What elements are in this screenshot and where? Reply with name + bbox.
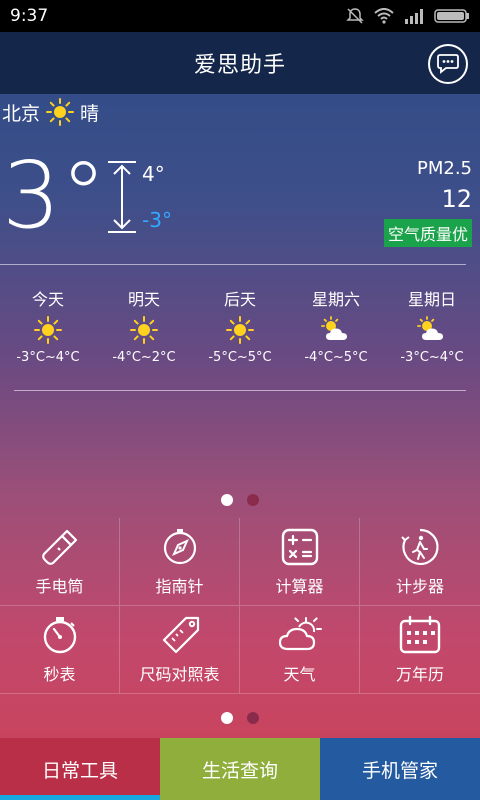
tool-flashlight[interactable]: 手电筒 <box>0 518 120 606</box>
tool-label: 天气 <box>283 664 316 684</box>
pedometer-icon <box>401 528 439 565</box>
app-title: 爱思助手 <box>193 53 286 78</box>
calendar-icon <box>399 615 441 653</box>
feedback-button[interactable] <box>428 44 468 84</box>
forecast-range: -4°C~5°C <box>304 350 368 365</box>
forecast-day-name: 星期六 <box>311 290 360 309</box>
battery-icon <box>434 9 469 23</box>
forecast-day-name: 星期日 <box>407 290 456 309</box>
weather-condition: 晴 <box>80 102 100 125</box>
tool-label: 手电筒 <box>35 576 84 596</box>
tool-label: 计算器 <box>275 576 324 596</box>
tool-weather[interactable]: 天气 <box>240 606 360 694</box>
sun-icon <box>130 316 158 344</box>
forecast-row: 今天 -3°C~4°C 明天 -4°C~2°C 后天 -5°C~5°C 星期六 … <box>0 286 480 366</box>
wifi-icon <box>374 8 394 24</box>
page-dot[interactable] <box>247 712 259 724</box>
pm25-label: PM2.5 <box>416 158 472 179</box>
status-time: 9:37 <box>10 6 49 26</box>
forecast-day: 星期日 -3°C~4°C <box>384 286 480 366</box>
high-temp: 4° <box>142 162 165 186</box>
forecast-range: -4°C~2°C <box>112 350 176 365</box>
divider-top <box>0 264 466 265</box>
calculator-icon <box>281 528 318 565</box>
city-name: 北京 <box>2 102 41 125</box>
pm25-value: 12 <box>441 185 472 213</box>
weather-page-indicator <box>0 494 480 506</box>
tool-size-chart[interactable]: 尺码对照表 <box>120 606 240 694</box>
tool-calculator[interactable]: 计算器 <box>240 518 360 606</box>
forecast-range: -3°C~4°C <box>400 350 464 365</box>
city-row[interactable]: 北京 晴 <box>2 98 99 126</box>
weather-icon <box>278 616 322 650</box>
forecast-day-name: 后天 <box>223 290 256 309</box>
air-quality-badge: 空气质量优 <box>383 219 472 247</box>
tools-grid: 手电筒 指南针 计算器 计步器 秒表 尺码对照表 天气 万年历 <box>0 518 480 694</box>
tool-pedometer[interactable]: 计步器 <box>360 518 480 606</box>
size-tag-icon <box>162 616 199 653</box>
tab-life-query[interactable]: 生活查询 <box>160 738 320 800</box>
forecast-day: 后天 -5°C~5°C <box>192 286 288 366</box>
forecast-day-name: 今天 <box>31 290 64 309</box>
forecast-day-name: 明天 <box>127 290 160 309</box>
sun-icon <box>226 316 254 344</box>
forecast-day: 今天 -3°C~4°C <box>0 286 96 366</box>
compass-icon <box>163 528 196 564</box>
low-temp: -3° <box>142 208 172 232</box>
tool-stopwatch[interactable]: 秒表 <box>0 606 120 694</box>
chat-bubble-icon <box>437 54 459 74</box>
tool-label: 尺码对照表 <box>139 664 220 684</box>
bottom-tab-bar: 日常工具 生活查询 手机管家 <box>0 738 480 800</box>
tab-daily-tools[interactable]: 日常工具 <box>0 738 160 800</box>
partly-cloudy-icon <box>416 316 448 344</box>
tool-label: 计步器 <box>395 576 444 596</box>
forecast-day: 星期六 -4°C~5°C <box>288 286 384 366</box>
sun-icon <box>34 316 62 344</box>
forecast-range: -3°C~4°C <box>16 350 80 365</box>
divider-bottom <box>14 390 466 391</box>
flashlight-icon <box>41 529 77 565</box>
status-icons <box>346 7 470 25</box>
tool-compass[interactable]: 指南针 <box>120 518 240 606</box>
stopwatch-icon <box>43 616 76 653</box>
tool-label: 万年历 <box>395 664 444 684</box>
sun-icon <box>46 98 75 126</box>
tab-phone-manager[interactable]: 手机管家 <box>320 738 480 800</box>
temp-range: 4° -3° <box>106 160 186 238</box>
forecast-day: 明天 -4°C~2°C <box>96 286 192 366</box>
pm25-panel: PM2.5 12 空气质量优 <box>383 158 472 247</box>
tool-label: 秒表 <box>43 664 76 684</box>
page-dot-active[interactable] <box>221 712 233 724</box>
notifications-off-icon <box>346 8 364 24</box>
status-bar: 9:37 <box>0 0 480 32</box>
partly-cloudy-icon <box>320 316 352 344</box>
title-bar: 爱思助手 <box>0 32 480 94</box>
forecast-range: -5°C~5°C <box>208 350 272 365</box>
page-dot[interactable] <box>247 494 259 506</box>
signal-icon <box>405 9 423 24</box>
range-arrow-icon <box>108 161 136 233</box>
page-dot-active[interactable] <box>221 494 233 506</box>
tool-label: 指南针 <box>155 576 204 596</box>
current-temperature: 3° <box>2 142 107 249</box>
tools-page-indicator <box>0 712 480 724</box>
tool-calendar[interactable]: 万年历 <box>360 606 480 694</box>
